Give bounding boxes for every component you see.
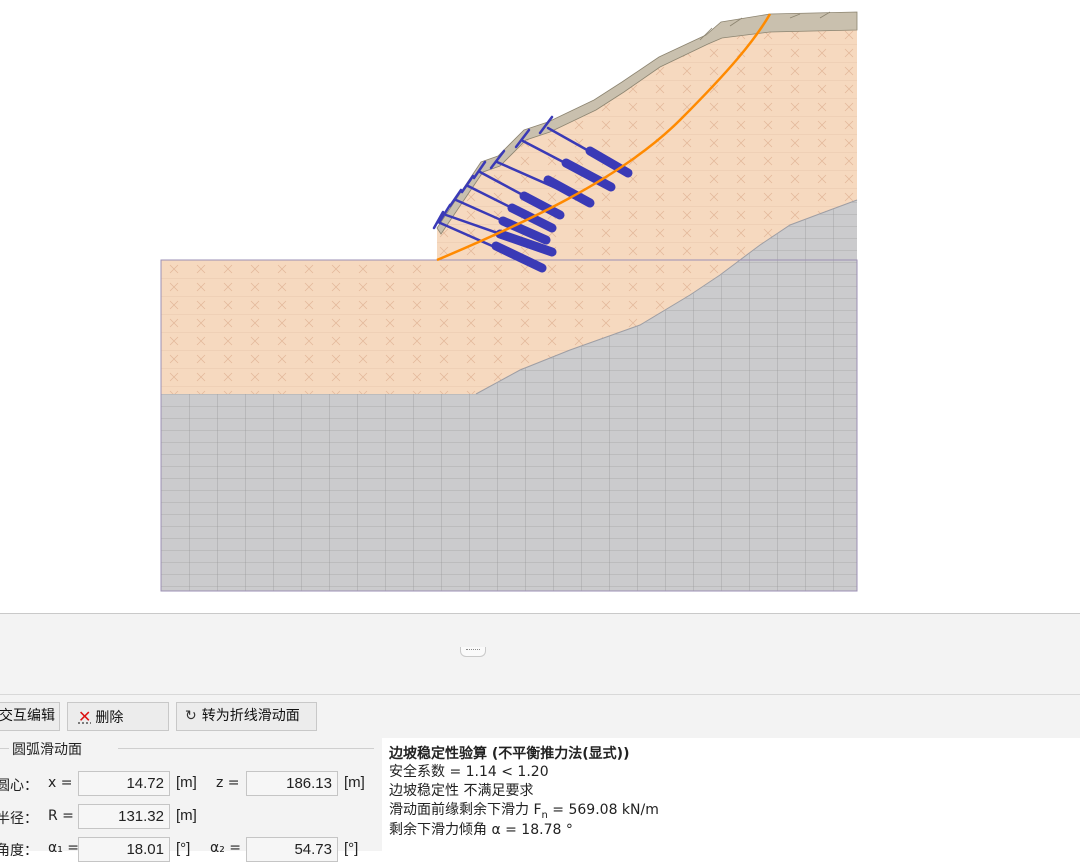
convert-to-polyline-button[interactable]: ↻ 转为折线滑动面 xyxy=(176,702,317,731)
stability-status-text: 边坡稳定性 不满足要求 xyxy=(389,783,534,799)
results-title: 边坡稳定性验算 (不平衡推力法(显式)) xyxy=(389,746,630,762)
x-icon: ✕ xyxy=(78,707,92,726)
convert-label: 转为折线滑动面 xyxy=(201,708,300,724)
center-label: 圆心： xyxy=(0,778,38,794)
a1-unit: [°] xyxy=(176,840,191,857)
residual-force-text: 滑动面前缘剩余下滑力 Fn = 569.08 kN/m xyxy=(389,799,659,821)
z-label: z = xyxy=(216,775,240,791)
center-z-input[interactable]: 186.13 xyxy=(246,771,338,796)
x-unit: [m] xyxy=(176,774,197,791)
slope-model-drawing[interactable] xyxy=(0,0,1080,612)
force-suffix: = 569.08 kN/m xyxy=(547,802,659,818)
a1-label: α₁ = xyxy=(48,840,80,856)
safety-factor-text: 安全系数 = 1.14 < 1.20 xyxy=(389,764,549,780)
center-x-input[interactable]: 14.72 xyxy=(78,771,170,796)
r-unit: [m] xyxy=(176,807,197,824)
drawing-canvas[interactable] xyxy=(0,0,1080,612)
splitter-grip-icon[interactable] xyxy=(460,647,486,657)
alpha1-input[interactable]: 18.01 xyxy=(78,837,170,862)
group-border-right xyxy=(118,748,374,749)
rotate-icon: ↻ xyxy=(185,708,197,724)
radius-label: 半径： xyxy=(0,811,38,827)
x-label: x = xyxy=(48,775,73,791)
group-border-left xyxy=(0,748,9,749)
delete-button[interactable]: ✕ 删除 xyxy=(67,702,169,731)
angle-label: 角度： xyxy=(0,843,38,859)
force-prefix: 滑动面前缘剩余下滑力 F xyxy=(389,802,542,818)
interactive-edit-label: 交互编辑 xyxy=(0,708,55,724)
delete-label: 删除 xyxy=(95,710,124,726)
group-title: 圆弧滑动面 xyxy=(9,739,85,759)
residual-angle-text: 剩余下滑力倾角 α = 18.78 ° xyxy=(389,822,573,838)
results-panel: 边坡稳定性验算 (不平衡推力法(显式)) 安全系数 = 1.14 < 1.20 … xyxy=(382,738,1080,851)
z-unit: [m] xyxy=(344,774,365,791)
r-label: R = xyxy=(48,808,74,824)
status-bar xyxy=(0,613,1080,651)
radius-input[interactable]: 131.32 xyxy=(78,804,170,829)
alpha2-input[interactable]: 54.73 xyxy=(246,837,338,862)
a2-label: α₂ = xyxy=(210,840,242,856)
interactive-edit-button[interactable]: 交互编辑 xyxy=(0,702,60,731)
a2-unit: [°] xyxy=(344,840,359,857)
panel-splitter[interactable] xyxy=(0,650,1080,695)
